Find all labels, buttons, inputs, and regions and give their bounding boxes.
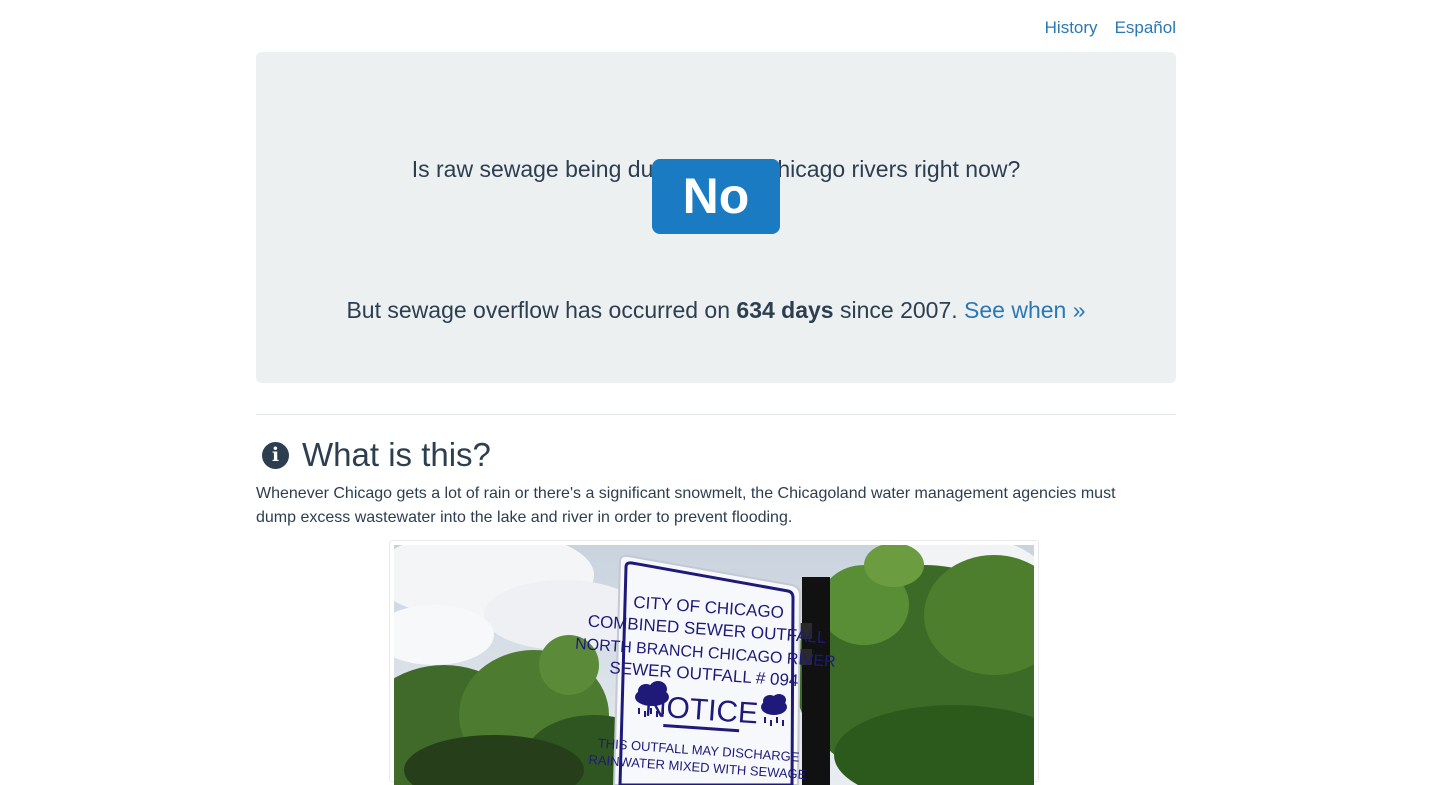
section-divider	[256, 414, 1176, 415]
overflow-summary: But sewage overflow has occurred on 634 …	[256, 296, 1176, 324]
status-answer-badge: No	[652, 159, 780, 234]
info-icon: i	[262, 441, 289, 469]
overflow-days-count: 634 days	[736, 297, 834, 323]
see-when-link[interactable]: See when »	[964, 297, 1085, 323]
about-heading: i What is this?	[262, 436, 491, 474]
about-title: What is this?	[302, 436, 491, 473]
history-link[interactable]: History	[1045, 17, 1098, 39]
sewer-outfall-sign-photo: CITY OF CHICAGO COMBINED SEWER OUTFALL N…	[394, 545, 1034, 785]
overflow-suffix: since 2007.	[833, 297, 965, 323]
photo-frame: CITY OF CHICAGO COMBINED SEWER OUTFALL N…	[389, 540, 1039, 785]
top-nav: History Español	[1045, 17, 1176, 39]
espanol-link[interactable]: Español	[1115, 17, 1176, 39]
about-description: Whenever Chicago gets a lot of rain or t…	[256, 485, 1116, 526]
overflow-prefix: But sewage overflow has occurred on	[346, 297, 737, 323]
status-panel: Is raw sewage being dumped into Chicago …	[256, 52, 1176, 383]
